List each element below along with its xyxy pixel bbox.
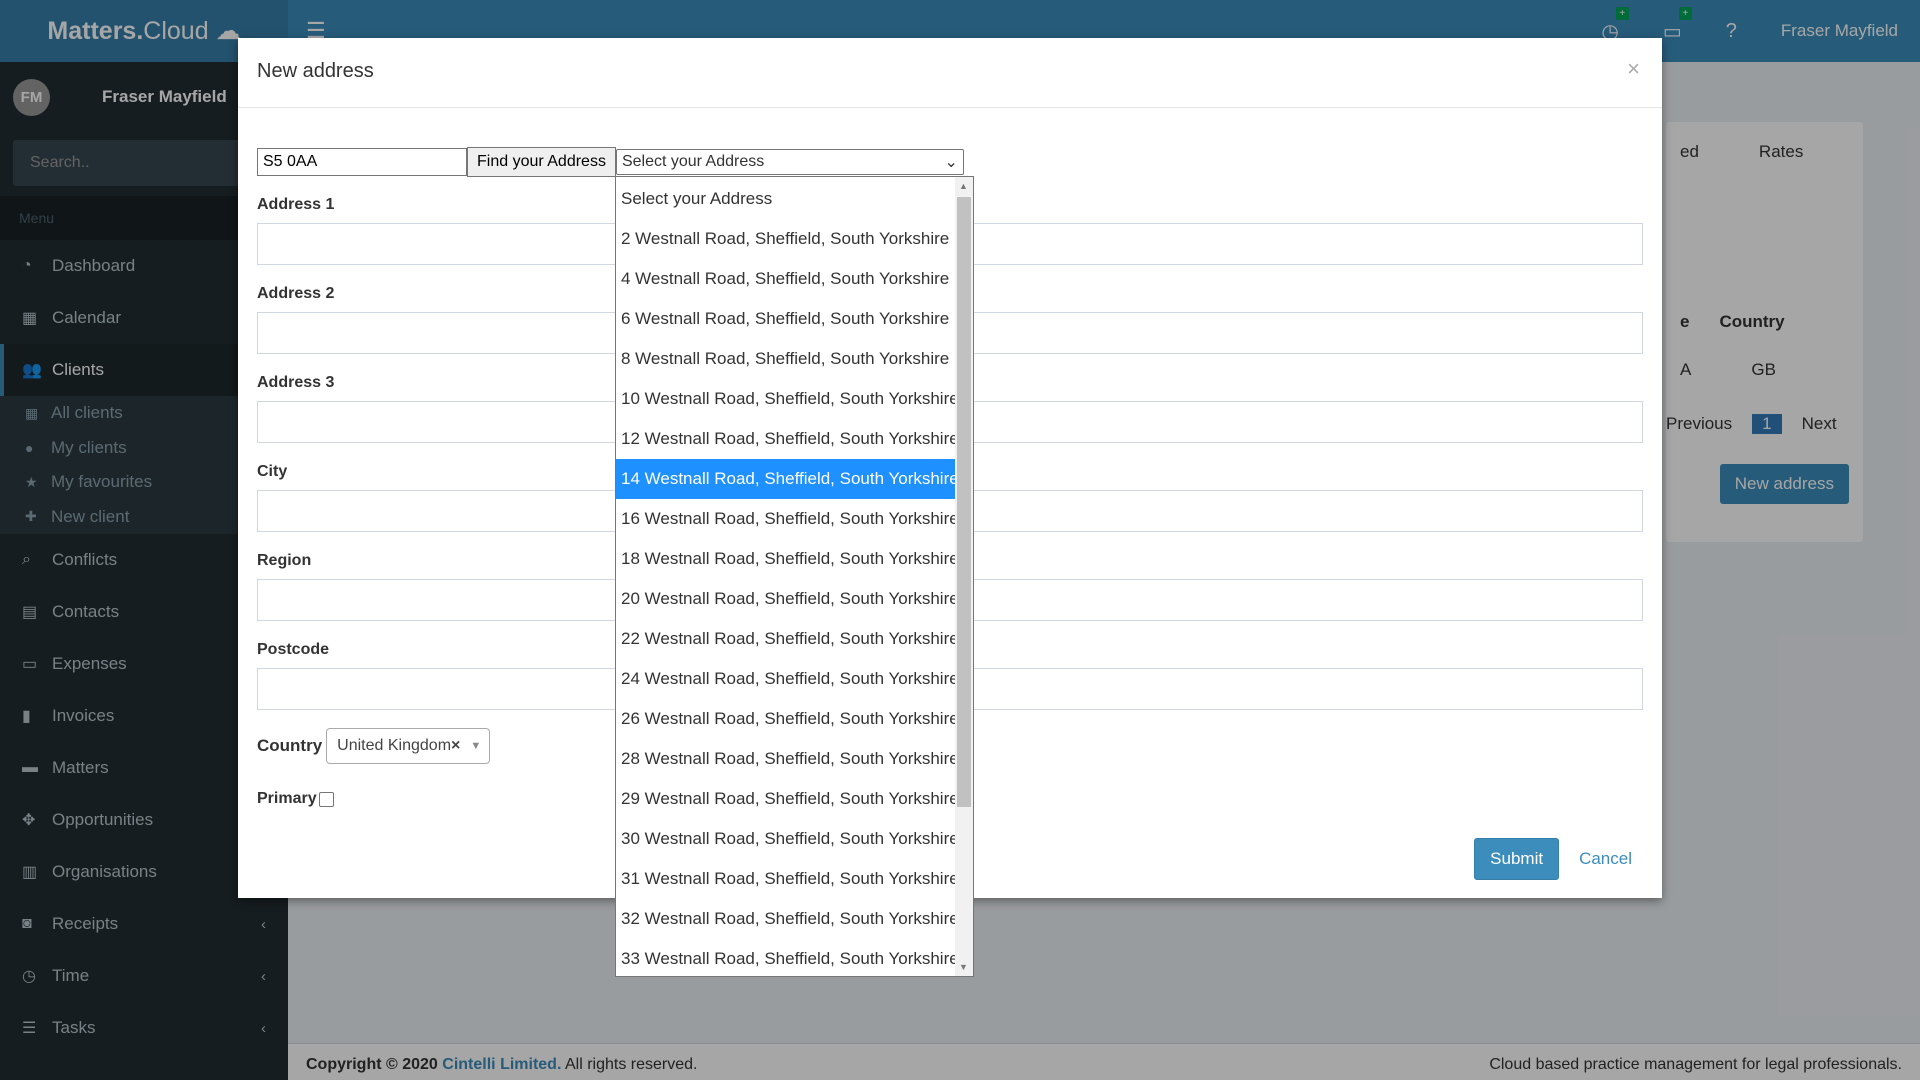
primary-label: Primary <box>257 790 317 807</box>
country-select[interactable]: United Kingdom × ▼ <box>326 728 491 764</box>
find-address-button[interactable]: Find your Address <box>467 147 616 177</box>
scrollbar-thumb[interactable] <box>957 197 971 807</box>
address-options: Select your Address 2 Westnall Road, Shef… <box>616 177 973 976</box>
scroll-down-icon[interactable]: ▼ <box>959 962 968 972</box>
address-option[interactable]: 2 Westnall Road, Sheffield, South Yorksh… <box>616 219 956 259</box>
chevron-down-icon: ⌄ <box>944 154 958 171</box>
address-option[interactable]: 4 Westnall Road, Sheffield, South Yorksh… <box>616 259 956 299</box>
address-option[interactable]: 12 Westnall Road, Sheffield, South Yorks… <box>616 419 959 459</box>
clear-icon[interactable]: × <box>451 737 460 755</box>
address-select-value: Select your Address <box>621 153 765 170</box>
address-option[interactable]: 28 Westnall Road, Sheffield, South Yorks… <box>616 739 959 779</box>
submit-button[interactable]: Submit <box>1474 838 1560 880</box>
address-option[interactable]: 31 Westnall Road, Sheffield, South Yorks… <box>616 859 959 899</box>
address-option[interactable]: 6 Westnall Road, Sheffield, South Yorksh… <box>616 299 956 339</box>
modal-header: New address × <box>238 38 1662 108</box>
address-option[interactable]: 33 Westnall Road, Sheffield, South Yorks… <box>616 939 959 976</box>
scroll-up-icon[interactable]: ▲ <box>959 181 968 191</box>
cancel-button[interactable]: Cancel <box>1579 849 1632 869</box>
address-option[interactable]: 18 Westnall Road, Sheffield, South Yorks… <box>616 539 959 579</box>
address-option[interactable]: Select your Address <box>616 179 956 219</box>
address-option[interactable]: 20 Westnall Road, Sheffield, South Yorks… <box>616 579 959 619</box>
primary-checkbox[interactable] <box>318 791 334 807</box>
modal-title: New address <box>257 60 374 82</box>
address-option[interactable]: 29 Westnall Road, Sheffield, South Yorks… <box>616 779 959 819</box>
postcode-lookup-input[interactable] <box>257 148 467 176</box>
country-label: Country <box>257 736 323 755</box>
postcode-lookup: Find your Address Select your Address ⌄ <box>257 147 1643 177</box>
address-option[interactable]: 10 Westnall Road, Sheffield, South Yorks… <box>616 379 959 419</box>
address-option[interactable]: 32 Westnall Road, Sheffield, South Yorks… <box>616 899 959 939</box>
country-value: United Kingdom <box>337 737 452 754</box>
address-option[interactable]: 24 Westnall Road, Sheffield, South Yorks… <box>616 659 959 699</box>
address-option[interactable]: 16 Westnall Road, Sheffield, South Yorks… <box>616 499 959 539</box>
address-option[interactable]: 22 Westnall Road, Sheffield, South Yorks… <box>616 619 959 659</box>
scrollbar[interactable]: ▲ ▼ <box>955 177 973 976</box>
address-option[interactable]: 26 Westnall Road, Sheffield, South Yorks… <box>616 699 959 739</box>
close-icon[interactable]: × <box>1627 56 1640 82</box>
address-option[interactable]: 30 Westnall Road, Sheffield, South Yorks… <box>616 819 959 859</box>
address-dropdown-list: Select your Address 2 Westnall Road, Shef… <box>615 176 974 977</box>
caret-down-icon: ▼ <box>470 740 482 752</box>
address-option[interactable]: 8 Westnall Road, Sheffield, South Yorksh… <box>616 339 956 379</box>
address-option[interactable]: 14 Westnall Road, Sheffield, South Yorks… <box>616 459 959 499</box>
address-select[interactable]: Select your Address ⌄ <box>615 149 964 175</box>
modal-footer: Submit Cancel <box>1474 838 1632 880</box>
